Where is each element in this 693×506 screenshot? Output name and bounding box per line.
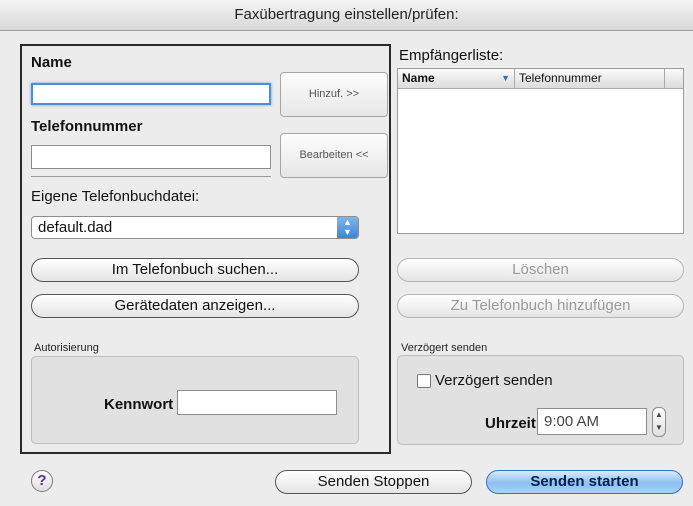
- start-sending-button[interactable]: Senden starten: [486, 470, 683, 494]
- search-phonebook-button[interactable]: Im Telefonbuch suchen...: [31, 258, 359, 282]
- recipients-header: Name ▼ Telefonnummer: [398, 69, 683, 89]
- phone-label: Telefonnummer: [31, 118, 143, 135]
- auth-title: Autorisierung: [34, 342, 99, 354]
- phonebook-select[interactable]: default.dad ▲ ▼: [31, 216, 359, 239]
- time-stepper[interactable]: ▲ ▼: [652, 407, 666, 437]
- name-field[interactable]: [31, 83, 271, 105]
- sort-arrow-icon: ▼: [501, 73, 510, 83]
- phonebook-selected: default.dad: [38, 219, 113, 236]
- phone-field[interactable]: [31, 145, 271, 169]
- help-button[interactable]: ?: [31, 470, 53, 492]
- time-label: Uhrzeit: [485, 415, 536, 432]
- edit-button[interactable]: Bearbeiten <<: [280, 133, 388, 178]
- window-title: Faxübertragung einstellen/prüfen:: [0, 0, 693, 31]
- delete-button[interactable]: Löschen: [397, 258, 684, 282]
- column-phone[interactable]: Telefonnummer: [515, 69, 665, 88]
- device-data-button[interactable]: Gerätedaten anzeigen...: [31, 294, 359, 318]
- phonebook-label: Eigene Telefonbuchdatei:: [31, 188, 200, 205]
- recipients-table[interactable]: Name ▼ Telefonnummer: [397, 68, 684, 234]
- time-field[interactable]: 9:00 AM: [537, 408, 647, 435]
- column-name[interactable]: Name ▼: [398, 69, 515, 88]
- delayed-checkbox-label[interactable]: Verzögert senden: [435, 372, 553, 389]
- recipients-title: Empfängerliste:: [399, 47, 504, 64]
- password-label: Kennwort: [104, 396, 174, 413]
- select-arrows-icon: ▲ ▼: [337, 217, 358, 238]
- add-to-phonebook-button[interactable]: Zu Telefonbuch hinzufügen: [397, 294, 684, 318]
- delayed-checkbox[interactable]: [417, 374, 431, 388]
- add-button[interactable]: Hinzuf. >>: [280, 72, 388, 117]
- name-label: Name: [31, 54, 72, 71]
- stop-sending-button[interactable]: Senden Stoppen: [275, 470, 472, 494]
- delayed-title: Verzögert senden: [401, 342, 488, 354]
- separator: [31, 176, 271, 177]
- password-field[interactable]: [177, 390, 337, 415]
